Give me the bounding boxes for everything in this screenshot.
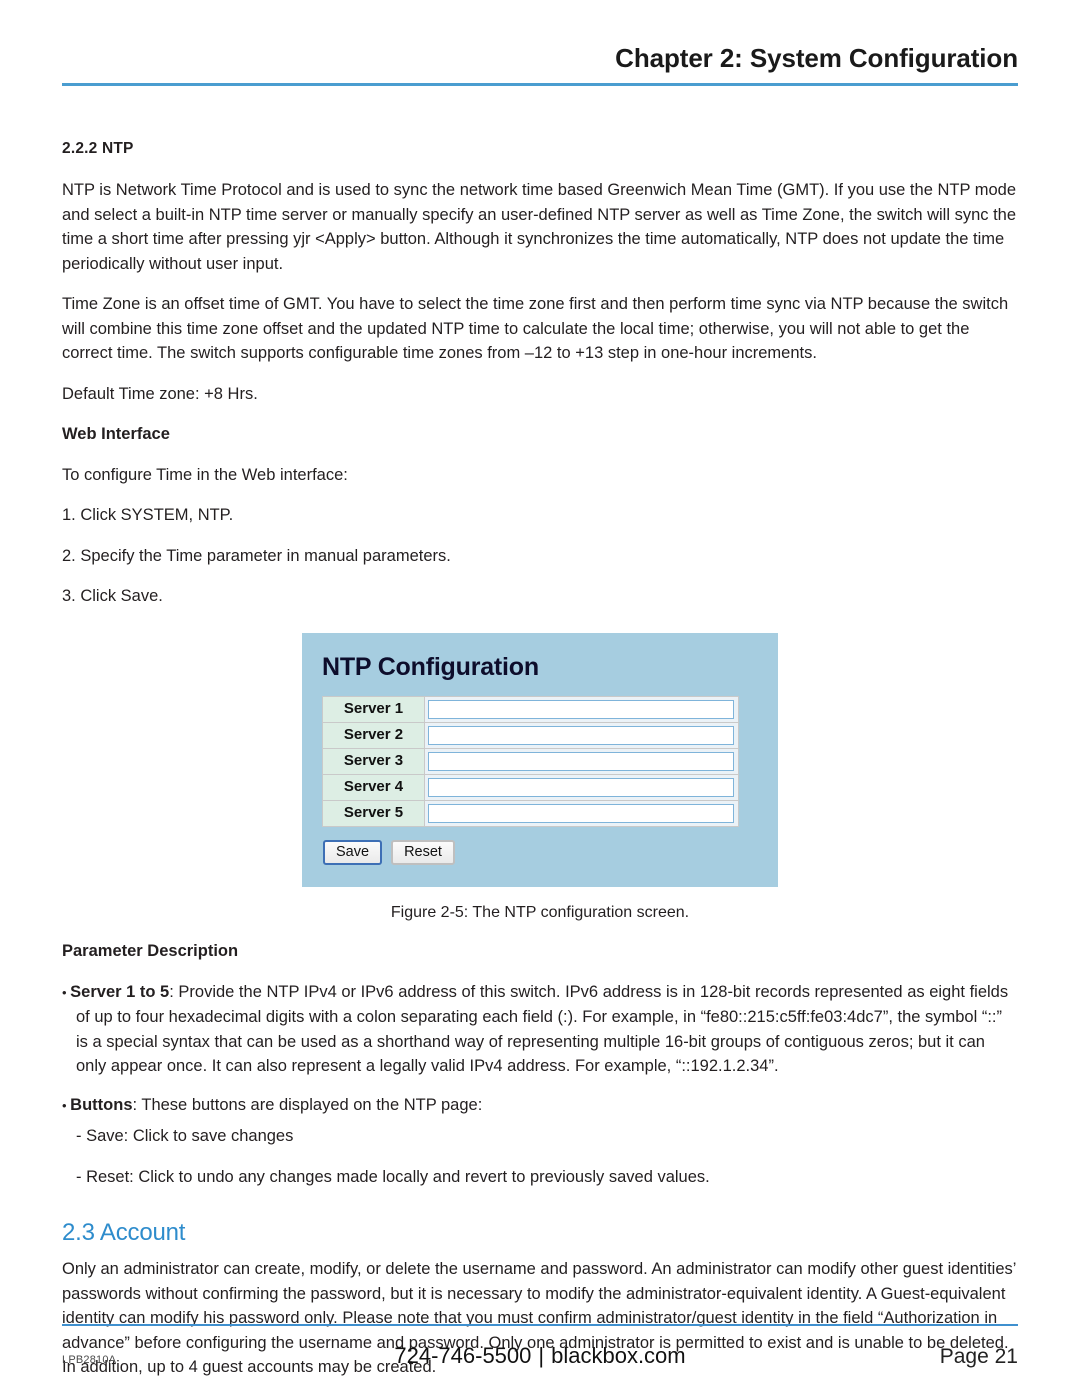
- bullet-lead-server: Server 1 to 5: [70, 982, 170, 1001]
- server-3-input[interactable]: [428, 751, 734, 771]
- ntp-button-row: Save Reset: [323, 839, 760, 866]
- save-button[interactable]: Save: [323, 839, 383, 866]
- ntp-paragraph-2: Time Zone is an offset time of GMT. You …: [62, 295, 1009, 362]
- table-row: Server 5: [322, 799, 739, 827]
- sub-item-reset: - Reset: Click to undo any changes made …: [76, 1167, 710, 1186]
- step-1: 1. Click SYSTEM, NTP.: [62, 506, 234, 524]
- figure-2-5: NTP Configuration Server 1 Server 2 Serv…: [62, 632, 1018, 926]
- server-4-input[interactable]: [428, 777, 734, 797]
- web-interface-intro: To configure Time in the Web interface:: [62, 465, 348, 484]
- footer-separator: |: [538, 1343, 545, 1368]
- page-header: Chapter 2: System Configuration: [62, 43, 1018, 86]
- footer-contact: 724-746-5500 | blackbox.com: [252, 1343, 828, 1369]
- server-1-input[interactable]: [428, 699, 734, 719]
- bullet-lead-buttons: Buttons: [70, 1095, 133, 1114]
- step-2: 2. Specify the Time parameter in manual …: [62, 546, 451, 565]
- bullet-server-1-to-5: • Server 1 to 5: Provide the NTP IPv4 or…: [62, 980, 1018, 1079]
- page-content: 2.2.2 NTP NTP is Network Time Protocol a…: [62, 140, 1018, 1396]
- footer-divider: [62, 1324, 1018, 1326]
- row-label-server-5: Server 5: [322, 799, 425, 827]
- default-time-zone-text: Default Time zone: +8 Hrs.: [62, 384, 258, 403]
- table-row: Server 3: [322, 747, 739, 775]
- row-label-server-1: Server 1: [322, 695, 425, 723]
- ntp-panel-title: NTP Configuration: [322, 652, 539, 681]
- ntp-paragraph-1: NTP is Network Time Protocol and is used…: [62, 181, 1017, 273]
- web-interface-heading: Web Interface: [62, 425, 170, 443]
- chapter-title: Chapter 2: System Configuration: [615, 43, 1018, 73]
- section-heading-account: 2.3 Account: [62, 1219, 186, 1247]
- step-3: 3. Click Save.: [62, 587, 163, 605]
- ntp-server-table: Server 1 Server 2 Server 3 Server 4 Serv…: [322, 695, 739, 827]
- footer-phone: 724-746-5500: [394, 1343, 532, 1368]
- header-divider: [62, 82, 1018, 86]
- table-row: Server 4: [322, 773, 739, 801]
- server-5-input[interactable]: [428, 803, 734, 823]
- table-row: Server 2: [322, 721, 739, 749]
- document-page: Chapter 2: System Configuration 2.2.2 NT…: [0, 0, 1080, 1397]
- bullet-dot-icon: •: [62, 1097, 71, 1113]
- parameter-description-heading: Parameter Description: [62, 942, 239, 961]
- section-heading-ntp: 2.2.2 NTP: [62, 140, 134, 157]
- row-label-server-4: Server 4: [322, 773, 425, 801]
- page-footer: LPB2810A 724-746-5500 | blackbox.com Page …: [62, 1324, 1018, 1369]
- bullet-buttons: • Buttons: These buttons are displayed o…: [62, 1093, 1018, 1119]
- ntp-configuration-panel: NTP Configuration Server 1 Server 2 Serv…: [302, 632, 778, 888]
- bullet-text-buttons: : These buttons are displayed on the NTP…: [132, 1095, 483, 1114]
- row-label-server-3: Server 3: [322, 747, 425, 775]
- bullet-text-server: : Provide the NTP IPv4 or IPv6 address o…: [76, 982, 1009, 1076]
- footer-website: blackbox.com: [551, 1343, 686, 1368]
- sub-item-save: - Save: Click to save changes: [76, 1127, 294, 1146]
- server-2-input[interactable]: [428, 725, 734, 745]
- footer-model-number: LPB2810A: [62, 1354, 117, 1366]
- table-row: Server 1: [322, 695, 739, 723]
- footer-page-number: Page 21: [939, 1345, 1018, 1368]
- footer-row: LPB2810A 724-746-5500 | blackbox.com Page …: [62, 1343, 1018, 1369]
- bullet-dot-icon: •: [62, 984, 71, 1000]
- row-label-server-2: Server 2: [322, 721, 425, 749]
- reset-button[interactable]: Reset: [391, 839, 455, 866]
- figure-caption: Figure 2-5: The NTP configuration screen…: [390, 904, 690, 922]
